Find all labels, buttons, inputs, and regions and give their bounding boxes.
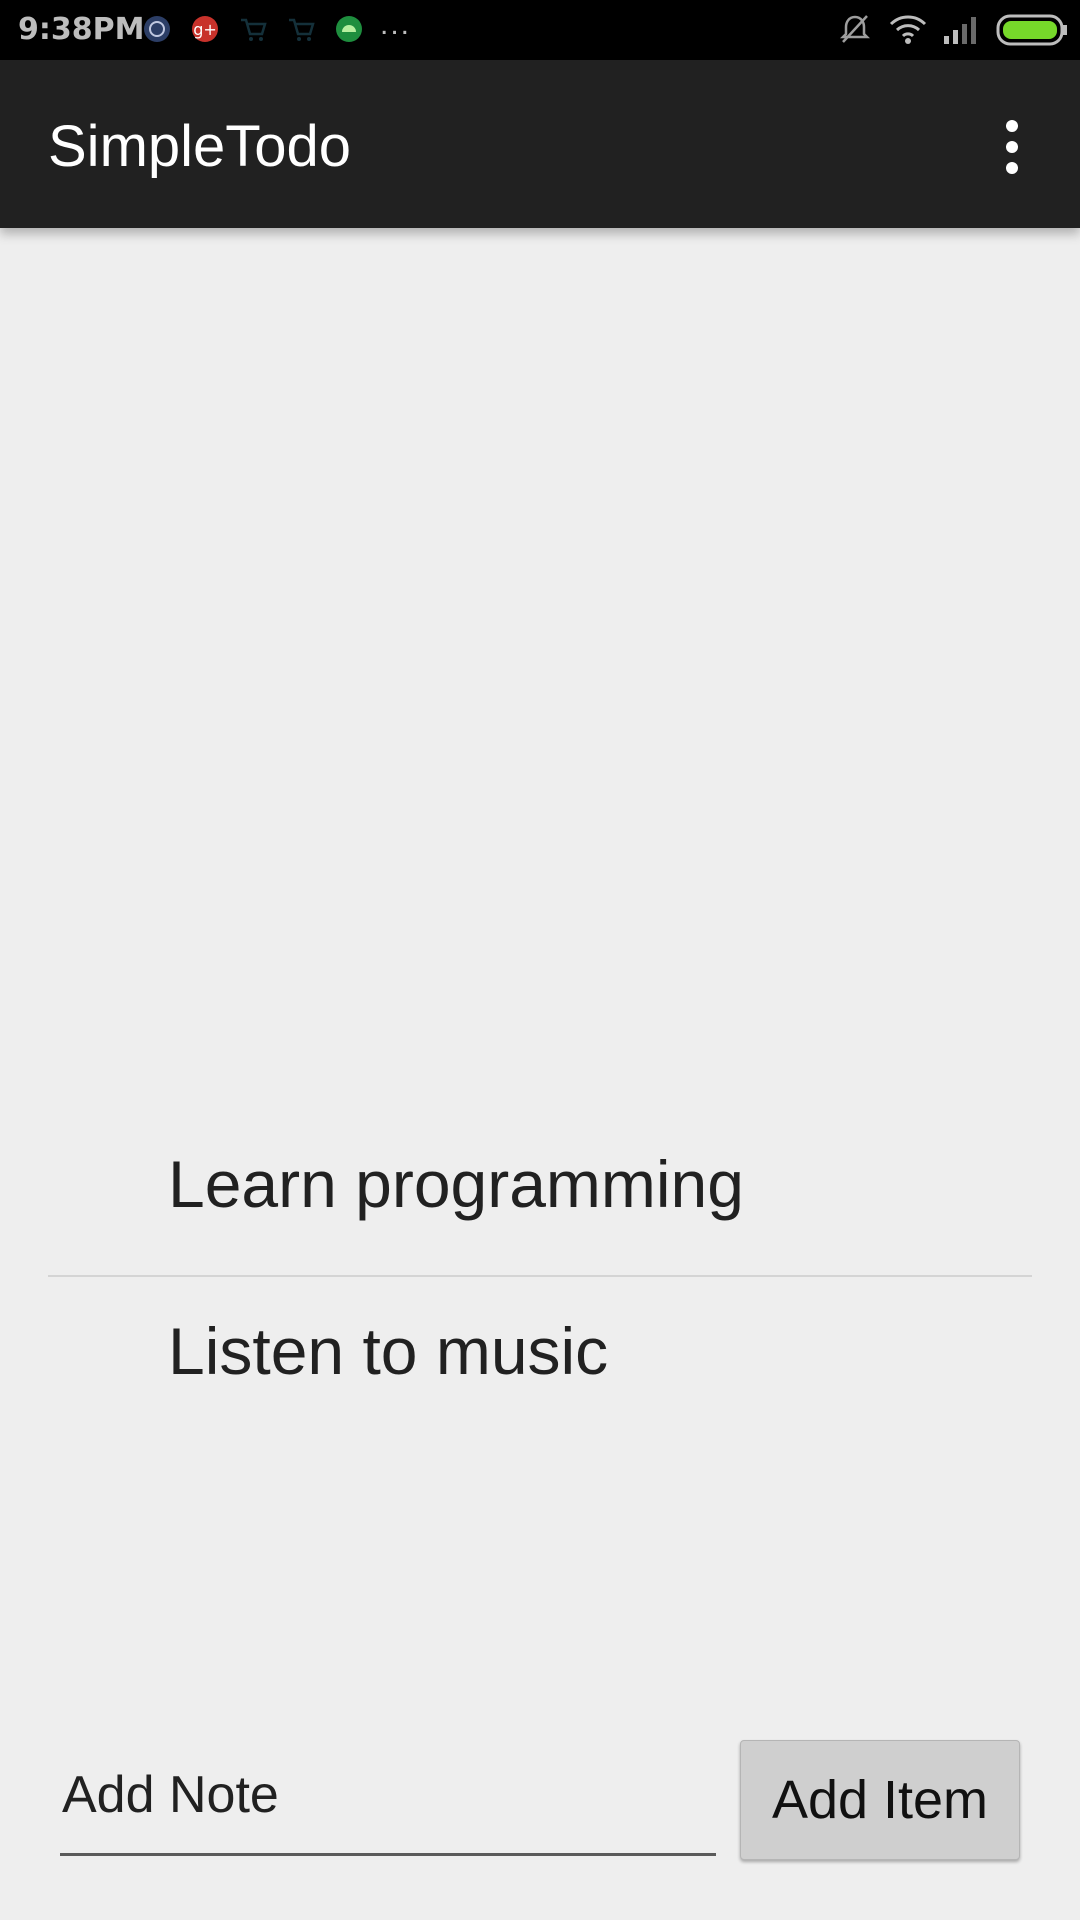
list-item[interactable]: Learn programming (48, 1110, 1032, 1275)
list-item[interactable]: Listen to music (48, 1277, 1032, 1442)
status-time: 9:38PM (18, 12, 145, 47)
app-bar: SimpleTodo (0, 60, 1080, 228)
wifi-icon (889, 15, 927, 44)
cart-icon (241, 18, 267, 41)
android-icon (336, 16, 362, 42)
bell-muted-icon (839, 15, 871, 43)
overflow-menu-icon[interactable] (980, 112, 1040, 182)
add-item-button[interactable]: Add Item (740, 1740, 1020, 1860)
cart-icon (289, 18, 315, 41)
app-title: SimpleTodo (48, 114, 352, 179)
google-plus-icon: g+ (192, 16, 218, 42)
more-notifications-indicator: ... (380, 8, 412, 41)
todo-list: Learn programming Listen to music (48, 1110, 1032, 1442)
list-item-label: Learn programming (168, 1147, 744, 1221)
list-item-label: Listen to music (168, 1314, 609, 1388)
battery-icon (996, 14, 1067, 46)
svg-text:g+: g+ (193, 20, 217, 39)
signal-icon (944, 17, 976, 44)
add-note-input[interactable] (60, 1736, 716, 1856)
status-bar: 9:38PM g+ ... (0, 0, 1080, 60)
app-notification-icon (144, 16, 170, 42)
